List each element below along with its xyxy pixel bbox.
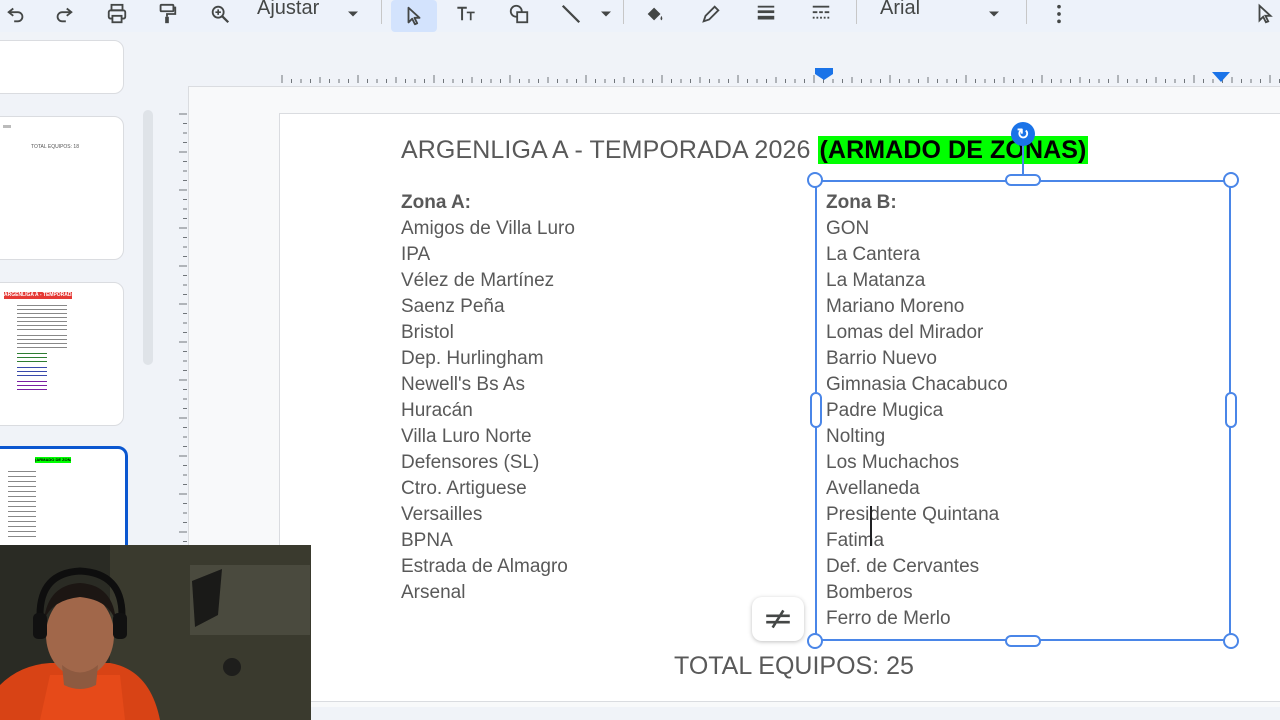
border-weight-icon[interactable] <box>751 0 781 28</box>
resize-handle-top-left[interactable] <box>807 172 823 188</box>
resize-handle-bottom-right[interactable] <box>1223 633 1239 649</box>
title-highlight-text: (ARMADO DE ZONAS) <box>817 136 1089 164</box>
toolbar-divider <box>856 0 857 24</box>
redo-icon[interactable] <box>50 0 78 28</box>
team-item: Estrada de Almagro <box>401 556 568 577</box>
text-box-icon[interactable] <box>450 0 482 28</box>
toolbar-divider <box>1026 0 1027 24</box>
zoom-select[interactable]: Ajustar <box>257 0 319 20</box>
chevron-down-icon[interactable] <box>984 0 1004 28</box>
chevron-down-icon[interactable] <box>343 0 363 28</box>
resize-handle-left[interactable] <box>810 392 822 428</box>
thumbnail-lines-colored <box>17 353 47 354</box>
team-item: Dep. Hurlingham <box>401 348 544 369</box>
text-cursor-icon <box>870 506 872 546</box>
zone-a-textbox[interactable]: Zona A: Amigos de Villa Luro IPA Vélez de … <box>401 190 575 606</box>
resize-handle-bottom-left[interactable] <box>807 633 823 649</box>
right-indent-marker[interactable] <box>1212 72 1230 82</box>
zoom-icon[interactable] <box>206 0 234 28</box>
webcam-overlay <box>0 545 311 720</box>
border-color-icon[interactable] <box>696 0 726 28</box>
team-item: IPA <box>401 244 431 265</box>
line-icon[interactable] <box>556 0 586 28</box>
pen-cursor-icon[interactable] <box>1250 0 1280 28</box>
resize-handle-top[interactable] <box>1005 174 1041 186</box>
horizontal-ruler <box>281 68 1280 83</box>
vertical-ruler <box>179 113 187 542</box>
font-select[interactable]: Arial <box>880 0 920 20</box>
undo-icon[interactable] <box>2 0 30 28</box>
slide-thumbnail-2[interactable]: TOTAL EQUIPOS: 18 <box>0 116 124 260</box>
formatting-off-icon <box>766 609 790 629</box>
thumbnail-caption: TOTAL EQUIPOS: 18 <box>31 144 79 150</box>
paint-format-icon[interactable] <box>153 0 181 28</box>
team-item: Villa Luro Norte <box>401 426 532 447</box>
thumbnail-title: ARGENLIGA A - TEMPORADA 2026 (ARMADO DE … <box>4 292 72 299</box>
thumbnail-text <box>3 125 11 128</box>
toolbar-divider <box>381 0 382 24</box>
left-indent-marker[interactable] <box>815 68 833 80</box>
slide-title[interactable]: ARGENLIGA A - TEMPORADA 2026 (ARMADO DE … <box>401 136 1089 165</box>
thumbnail-lines <box>17 305 67 306</box>
team-item: Ctro. Artiguese <box>401 478 527 499</box>
chevron-down-icon[interactable] <box>596 0 616 28</box>
thumbnail-lines <box>8 471 36 472</box>
zone-a-heading: Zona A: <box>401 192 472 213</box>
more-options-icon[interactable] <box>1046 0 1072 28</box>
team-item: Arsenal <box>401 582 466 603</box>
thumbnail-title: (ARMADO DE ZONAS) <box>35 457 71 463</box>
total-teams-text[interactable]: TOTAL EQUIPOS: 25 <box>674 652 914 681</box>
border-dash-icon[interactable] <box>806 0 836 28</box>
team-item: BPNA <box>401 530 453 551</box>
fill-color-icon[interactable] <box>640 0 670 28</box>
filmstrip-scrollbar[interactable] <box>143 110 153 365</box>
resize-handle-top-right[interactable] <box>1223 172 1239 188</box>
hide-formatting-button[interactable] <box>752 597 804 641</box>
team-item: Huracán <box>401 400 473 421</box>
title-main-text: ARGENLIGA A - TEMPORADA 2026 <box>401 136 811 164</box>
team-item: Defensores (SL) <box>401 452 540 473</box>
print-icon[interactable] <box>103 0 131 28</box>
team-item: Bristol <box>401 322 454 343</box>
team-item: Versailles <box>401 504 483 525</box>
shape-icon[interactable] <box>504 0 534 28</box>
toolbar-divider <box>623 0 624 24</box>
team-item: Newell's Bs As <box>401 374 526 395</box>
team-item: Amigos de Villa Luro <box>401 218 575 239</box>
select-cursor-icon[interactable] <box>391 0 437 32</box>
resize-handle-bottom[interactable] <box>1005 635 1041 647</box>
rotate-handle-icon[interactable]: ↻ <box>1011 122 1035 146</box>
team-item: Saenz Peña <box>401 296 505 317</box>
toolbar: Ajustar Arial <box>0 0 1280 32</box>
team-item: Vélez de Martínez <box>401 270 555 291</box>
slide-thumbnail-1[interactable] <box>0 40 124 94</box>
resize-handle-right[interactable] <box>1225 392 1237 428</box>
slide-thumbnail-3[interactable]: ARGENLIGA A - TEMPORADA 2026 (ARMADO DE … <box>0 282 124 426</box>
selection-frame[interactable] <box>815 180 1231 641</box>
